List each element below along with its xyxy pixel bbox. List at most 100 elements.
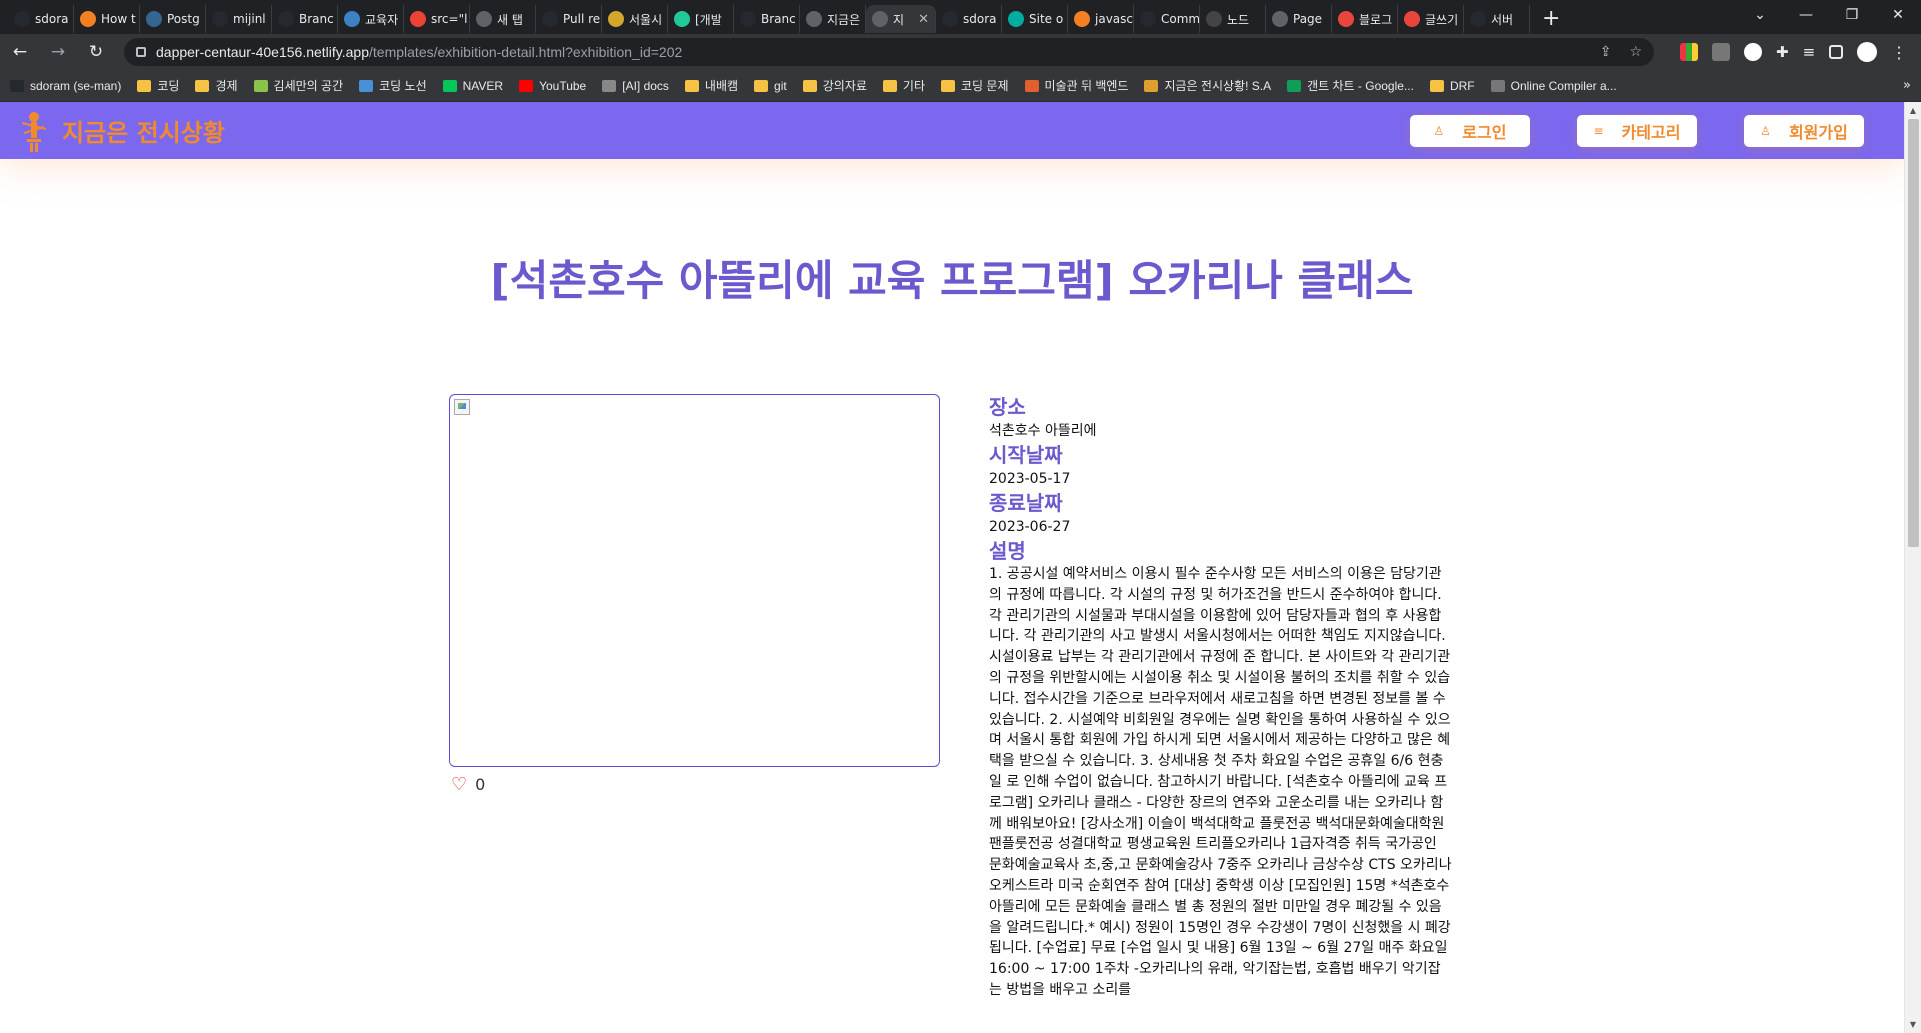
bookmark-label: [AI] docs [622,78,669,93]
bookmark-favicon-icon [1287,79,1302,92]
browser-tab[interactable]: 글쓰기 [1398,5,1464,33]
bookmark-item[interactable]: [AI] docs [602,79,669,93]
tab-favicon-icon [1206,11,1222,27]
signup-button[interactable]: ♙ 회원가입 [1744,115,1864,147]
browser-tab[interactable]: 지 ✕ [866,5,936,33]
tab-favicon-icon [1140,11,1156,27]
sidepanel-icon[interactable] [1829,45,1844,59]
bookmark-item[interactable]: 갠트 차트 - Google... [1287,77,1414,94]
browser-tab[interactable]: 새 탭 [470,5,536,33]
place-value: 석촌호수 아뜰리에 [989,423,1097,439]
browser-tab[interactable]: Branc [734,5,800,33]
browser-tab[interactable]: [개발 [668,5,734,33]
tab-favicon-icon [1338,11,1354,27]
browser-tab[interactable]: sdora [936,5,1002,33]
bookmark-item[interactable]: 미술관 뒤 백엔드 [1024,77,1128,94]
bookmark-item[interactable]: DRF [1429,79,1475,93]
extension-icon[interactable] [1744,43,1762,61]
bookmark-item[interactable]: 지금은 전시상황! S.A [1144,77,1271,94]
bookmark-label: 기타 [902,79,925,93]
minimize-icon[interactable]: — [1783,0,1829,30]
media-icon[interactable]: ≡ [1803,43,1816,61]
login-button[interactable]: ♙ 로그인 [1410,115,1530,147]
tab-label: 서버 [1491,12,1514,27]
forward-icon[interactable]: → [48,42,68,62]
browser-tab[interactable]: src="l [404,5,470,33]
bookmark-item[interactable]: 코딩 문제 [941,77,1009,94]
tab-search-icon[interactable]: ⌄ [1737,0,1783,30]
tab-label: Postg [167,12,200,26]
bookmark-item[interactable]: 코딩 [137,77,179,94]
browser-tab[interactable]: Pull re [536,5,602,33]
bookmark-item[interactable]: 내배캠 [684,77,738,94]
bookmark-label: 코딩 문제 [961,79,1009,93]
new-tab-button[interactable]: + [1542,6,1560,31]
profile-avatar[interactable] [1857,42,1878,62]
bookmark-item[interactable]: 코딩 노선 [359,77,427,94]
bookmark-item[interactable]: 경제 [195,77,238,94]
browser-tab[interactable]: 블로그 [1332,5,1398,33]
browser-tab[interactable]: 서버 [1464,5,1530,33]
reload-icon[interactable]: ↻ [86,42,106,62]
bookmark-item[interactable]: 기타 [882,77,925,94]
bookmark-star-icon[interactable]: ☆ [1629,44,1642,60]
scrollbar-thumb[interactable] [1908,119,1919,547]
browser-tab[interactable]: Site o [1002,5,1068,33]
tab-label: javasc [1095,12,1133,26]
browser-tab[interactable]: 교육자 [338,5,404,33]
browser-tab[interactable]: Branc [272,5,338,33]
bookmark-favicon-icon [802,79,817,92]
puzzle-icon[interactable]: ✚ [1776,43,1789,61]
back-icon[interactable]: ← [10,42,30,62]
tab-favicon-icon [1272,11,1288,27]
browser-tab[interactable]: sdora [8,5,74,33]
start-date-label: 시작날짜 [989,443,1063,467]
tab-label: Branc [299,12,334,26]
extension-icon[interactable] [1712,43,1730,61]
bookmark-favicon-icon [1429,79,1444,92]
like-control: ♡ 0 [451,775,485,794]
bookmark-item[interactable]: YouTube [519,79,586,93]
exhibition-poster-image [449,394,940,767]
bookmark-label: 코딩 [157,79,180,93]
restore-icon[interactable]: ❐ [1829,0,1875,30]
menu-kebab-icon[interactable]: ⋮ [1891,43,1907,62]
page-viewport: 지금은 전시상황 ♙ 로그인 ≡ 카테고리 ♙ 회원가입 [석촌호수 아뜰리에 … [0,102,1904,1033]
menu-icon: ≡ [1593,124,1604,138]
category-button-label: 카테고리 [1621,123,1681,142]
bookmark-item[interactable]: 김세만의 공간 [253,77,343,94]
browser-tab[interactable]: mijinl [206,5,272,33]
extension-icon[interactable] [1680,43,1698,61]
address-bar[interactable]: dapper-centaur-40e156.netlify.app/templa… [124,38,1654,66]
share-icon[interactable]: ⇪ [1600,44,1612,60]
tab-label: Branc [761,12,796,26]
bookmarks-overflow-icon[interactable]: » [1903,78,1911,93]
browser-tab[interactable]: 지금은 [800,5,866,33]
exhibition-info: 장소 석촌호수 아뜰리에 시작날짜 2023-05-17 종료날짜 2023-0… [989,394,1453,1001]
bookmark-item[interactable]: git [754,79,787,93]
category-button[interactable]: ≡ 카테고리 [1577,115,1697,147]
bookmark-label: sdoram (se-man) [30,78,122,93]
browser-tab[interactable]: javasc [1068,5,1134,33]
heart-icon[interactable]: ♡ [451,775,467,794]
browser-tab[interactable]: Page [1266,5,1332,33]
bookmark-item[interactable]: 강의자료 [802,77,867,94]
page-scrollbar[interactable]: ▲ ▼ [1904,102,1921,1033]
browser-tab[interactable]: 서울시 [602,5,668,33]
browser-tab[interactable]: How t [74,5,140,33]
scroll-down-arrow-icon[interactable]: ▼ [1905,1016,1921,1033]
scroll-up-arrow-icon[interactable]: ▲ [1905,102,1921,119]
bookmark-item[interactable]: Online Compiler a... [1490,78,1617,93]
browser-tab[interactable]: Comm [1134,5,1200,33]
browser-tab[interactable]: Postg [140,5,206,33]
bookmark-favicon-icon [10,79,24,92]
tab-label: [개발 [695,12,722,27]
bookmark-item[interactable]: sdoram (se-man) [10,79,121,93]
site-logo[interactable]: 지금은 전시상황 [18,109,225,153]
bookmark-label: Online Compiler a... [1510,78,1617,93]
close-window-icon[interactable]: ✕ [1875,0,1921,30]
bookmark-label: YouTube [539,78,587,93]
bookmark-item[interactable]: NAVER [442,79,503,93]
tab-close-icon[interactable]: ✕ [918,12,929,27]
browser-tab[interactable]: 노드 [1200,5,1266,33]
